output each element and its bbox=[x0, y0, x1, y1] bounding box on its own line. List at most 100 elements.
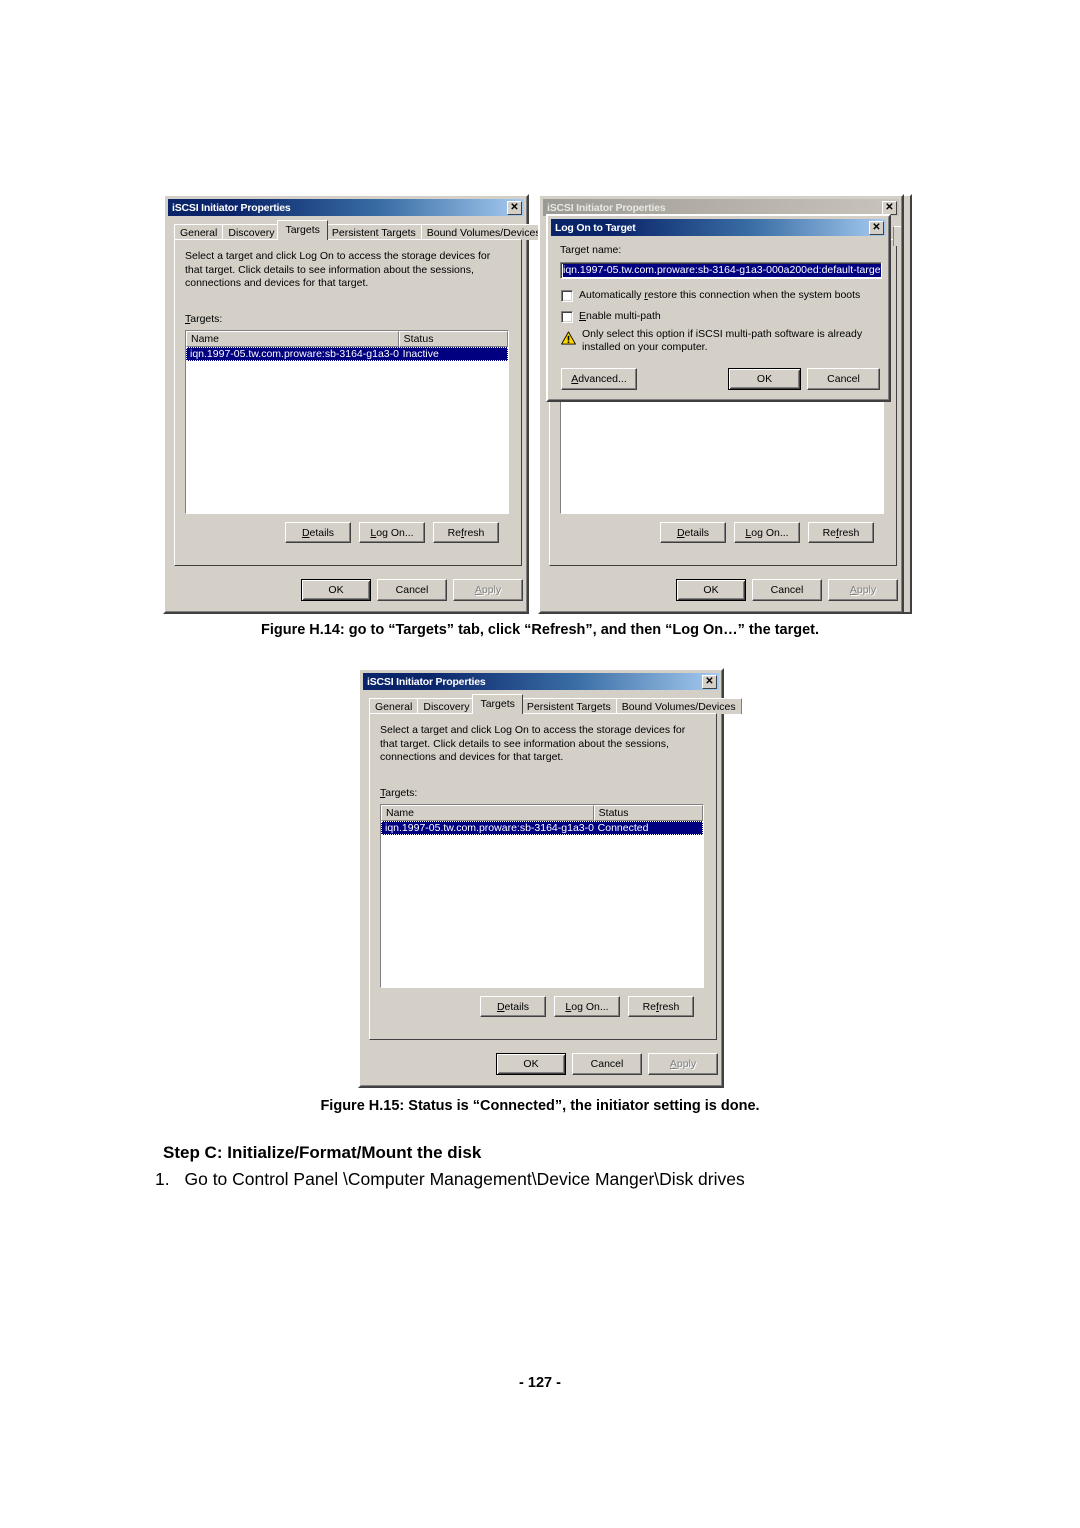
advanced-button[interactable]: Advanced... bbox=[561, 368, 637, 390]
targets-listview-connected[interactable]: Name Status iqn.1997-05.tw.com.proware:s… bbox=[380, 804, 704, 988]
logon-cancel-button[interactable]: Cancel bbox=[807, 368, 880, 390]
tab-discovery[interactable]: Discovery bbox=[417, 698, 476, 714]
tab-discovery[interactable]: Discovery bbox=[222, 224, 281, 240]
target-name-field[interactable]: iqn.1997-05.tw.com.proware:sb-3164-g1a3-… bbox=[560, 262, 882, 279]
log-on-button[interactable]: Log On... bbox=[554, 996, 620, 1017]
auto-restore-rest: estore this connection when the system b… bbox=[647, 289, 861, 301]
tabpage-targets-left: Select a target and click Log On to acce… bbox=[174, 239, 522, 566]
auto-restore-label: Automatically restore this connection wh… bbox=[579, 289, 860, 302]
auto-restore-pre: Automatically bbox=[579, 289, 645, 301]
apply-accel: A bbox=[669, 1058, 677, 1070]
targets-list-label: Targets: bbox=[185, 313, 222, 325]
dialog-title: iSCSI Initiator Properties bbox=[547, 201, 666, 214]
cancel-button[interactable]: Cancel bbox=[752, 579, 822, 601]
tab-general[interactable]: General bbox=[369, 698, 419, 714]
listview-header: Name Status bbox=[186, 331, 508, 347]
details-button[interactable]: Details bbox=[660, 522, 726, 543]
tab-general[interactable]: General bbox=[174, 224, 224, 240]
target-name-value: iqn.1997-05.tw.com.proware:sb-3164-g1a3-… bbox=[563, 264, 882, 277]
tabstrip-connected: General Discovery Targets Persistent Tar… bbox=[369, 694, 742, 714]
logon-rest: og On... bbox=[751, 526, 789, 539]
tab-persistent-targets[interactable]: Persistent Targets bbox=[520, 698, 617, 714]
close-icon[interactable]: ✕ bbox=[507, 200, 522, 215]
tab-targets[interactable]: Targets bbox=[472, 694, 523, 714]
log-on-button[interactable]: Log On... bbox=[359, 522, 425, 543]
refresh-pre: Re bbox=[642, 1000, 657, 1013]
figure-caption-h14: Figure H.14: go to “Targets” tab, click … bbox=[260, 622, 820, 638]
auto-restore-checkbox[interactable] bbox=[561, 290, 573, 302]
step-item-number: 1. bbox=[155, 1169, 170, 1189]
targets-label-rest: argets: bbox=[385, 787, 418, 799]
refresh-button[interactable]: Refresh bbox=[628, 996, 694, 1017]
logon-dialog-title: Log On to Target bbox=[555, 221, 636, 234]
apply-accel: A bbox=[849, 584, 857, 596]
details-accel: D bbox=[676, 526, 685, 539]
close-icon[interactable]: ✕ bbox=[702, 674, 717, 689]
logon-ok-button[interactable]: OK bbox=[728, 368, 801, 390]
targets-description: Select a target and click Log On to acce… bbox=[185, 250, 491, 289]
cell-target-status: Inactive bbox=[402, 348, 439, 360]
figure-caption-h15: Figure H.15: Status is “Connected”, the … bbox=[320, 1098, 760, 1114]
tab-persistent-targets[interactable]: Persistent Targets bbox=[325, 224, 422, 240]
apply-accel: A bbox=[474, 584, 482, 596]
apply-rest: pply bbox=[481, 584, 502, 596]
enable-multipath-label: Enable multi-path bbox=[579, 310, 661, 323]
ok-button[interactable]: OK bbox=[676, 579, 746, 601]
table-row[interactable]: iqn.1997-05.tw.com.proware:sb-3164-g1a3-… bbox=[186, 347, 508, 361]
logon-ok-label: OK bbox=[756, 373, 773, 385]
enable-multipath-checkbox[interactable] bbox=[561, 311, 573, 323]
apply-rest: pply bbox=[676, 1058, 697, 1070]
multipath-warning: Only select this option if iSCSI multi-p… bbox=[561, 328, 881, 354]
column-header-status[interactable]: Status bbox=[398, 331, 508, 347]
details-accel: D bbox=[301, 526, 310, 539]
warning-text: Only select this option if iSCSI multi-p… bbox=[582, 328, 863, 353]
log-on-to-target-dialog: Log On to Target ✕ Target name: iqn.1997… bbox=[546, 214, 891, 402]
ok-label: OK bbox=[523, 1058, 539, 1070]
refresh-button[interactable]: Refresh bbox=[433, 522, 499, 543]
tabpage-targets-connected: Select a target and click Log On to acce… bbox=[369, 713, 717, 1040]
target-name-label: Target name: bbox=[560, 244, 622, 256]
ok-button[interactable]: OK bbox=[496, 1053, 566, 1075]
details-button[interactable]: Details bbox=[480, 996, 546, 1017]
tab-bound-volumes-devices[interactable]: Bound Volumes/Devices bbox=[615, 698, 742, 714]
step-c-heading: Step C: Initialize/Format/Mount the disk bbox=[163, 1143, 482, 1162]
ok-label: OK bbox=[328, 584, 344, 596]
refresh-pre: Re bbox=[447, 526, 462, 539]
logon-rest: og On... bbox=[571, 1000, 609, 1013]
table-row[interactable]: iqn.1997-05.tw.com.proware:sb-3164-g1a3-… bbox=[381, 821, 703, 835]
column-header-status[interactable]: Status bbox=[593, 805, 703, 821]
targets-listview-left[interactable]: Name Status iqn.1997-05.tw.com.proware:s… bbox=[185, 330, 509, 514]
titlebar-left: iSCSI Initiator Properties ✕ bbox=[168, 199, 524, 216]
ok-button[interactable]: OK bbox=[301, 579, 371, 601]
log-on-button[interactable]: Log On... bbox=[734, 522, 800, 543]
targets-description: Select a target and click Log On to acce… bbox=[380, 724, 686, 763]
tab-targets[interactable]: Targets bbox=[277, 220, 328, 240]
listview-header: Name Status bbox=[381, 805, 703, 821]
multipath-accel: E bbox=[579, 310, 587, 322]
close-icon[interactable]: ✕ bbox=[882, 200, 897, 215]
column-header-name[interactable]: Name bbox=[186, 331, 399, 347]
close-icon[interactable]: ✕ bbox=[869, 220, 884, 235]
cancel-button[interactable]: Cancel bbox=[377, 579, 447, 601]
refresh-rest: resh bbox=[838, 526, 860, 539]
tabstrip-left: General Discovery Targets Persistent Tar… bbox=[174, 220, 547, 240]
cell-target-name: iqn.1997-05.tw.com.proware:sb-3164-g1a3-… bbox=[385, 822, 594, 834]
titlebar-connected: iSCSI Initiator Properties ✕ bbox=[363, 673, 719, 690]
dialog-title: iSCSI Initiator Properties bbox=[367, 675, 486, 688]
refresh-pre: Re bbox=[822, 526, 837, 539]
cell-target-status: Connected bbox=[597, 822, 649, 834]
titlebar-logon: Log On to Target ✕ bbox=[551, 219, 886, 236]
dialog-title: iSCSI Initiator Properties bbox=[172, 201, 291, 214]
column-header-name[interactable]: Name bbox=[381, 805, 594, 821]
cell-target-name: iqn.1997-05.tw.com.proware:sb-3164-g1a3-… bbox=[190, 348, 399, 360]
advanced-rest: dvanced... bbox=[578, 373, 627, 385]
targets-label-rest: argets: bbox=[190, 313, 223, 325]
warning-triangle-icon bbox=[561, 331, 576, 345]
details-button[interactable]: Details bbox=[285, 522, 351, 543]
enable-multipath-checkbox-row[interactable]: Enable multi-path bbox=[561, 310, 661, 323]
refresh-button[interactable]: Refresh bbox=[808, 522, 874, 543]
cancel-button[interactable]: Cancel bbox=[572, 1053, 642, 1075]
auto-restore-checkbox-row[interactable]: Automatically restore this connection wh… bbox=[561, 289, 860, 302]
tab-bound-volumes-devices[interactable]: Bound Volumes/Devices bbox=[420, 224, 547, 240]
apply-rest: pply bbox=[856, 584, 877, 596]
